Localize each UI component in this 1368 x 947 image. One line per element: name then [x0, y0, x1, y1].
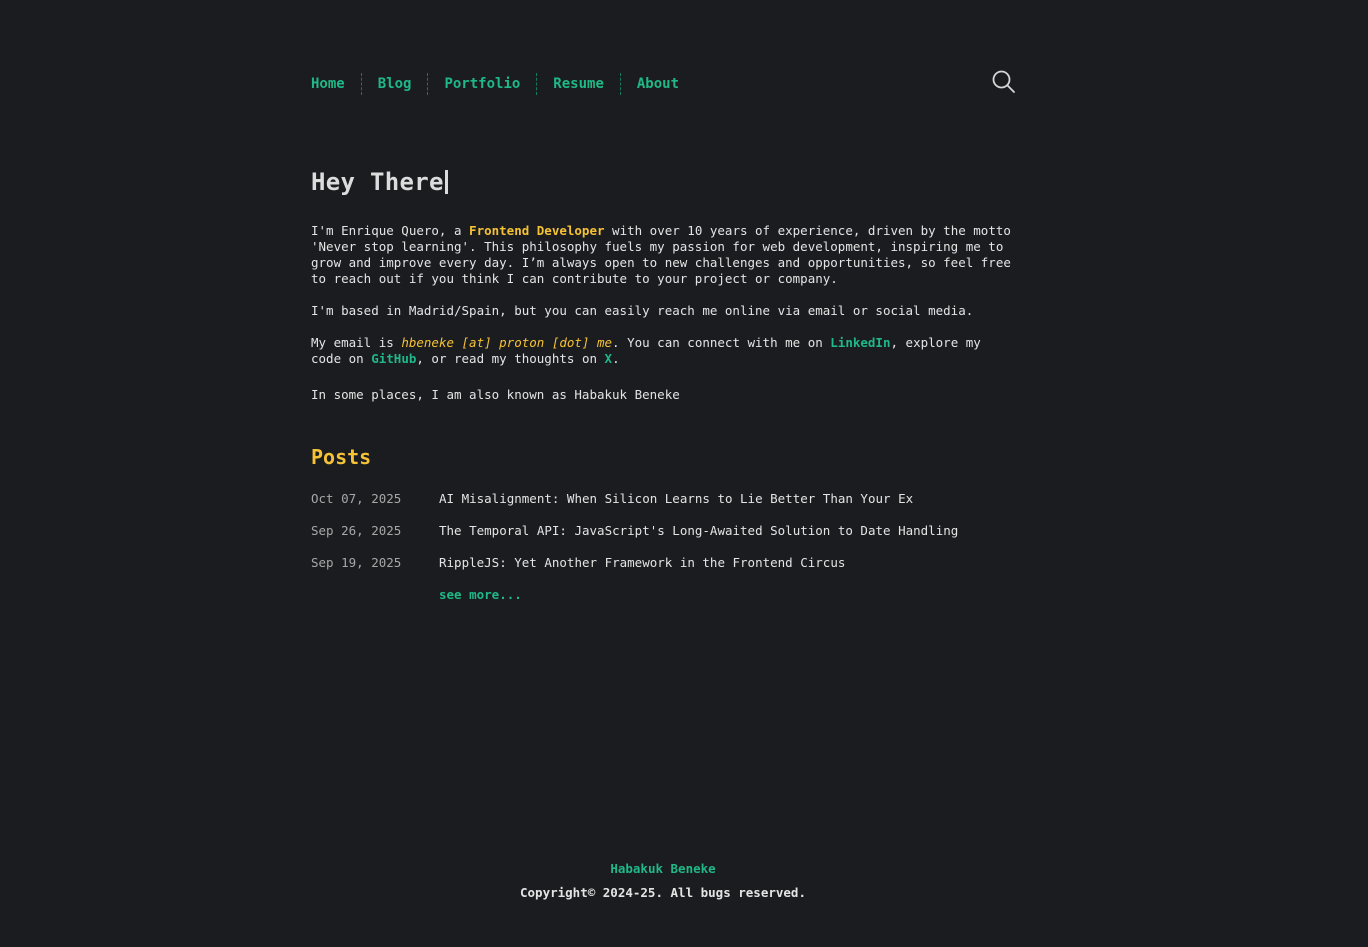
hero-title-text: Hey There: [311, 168, 444, 196]
x-link[interactable]: X: [605, 351, 613, 366]
nav-separator: [427, 73, 429, 95]
nav-separator: [536, 73, 538, 95]
linkedin-link[interactable]: LinkedIn: [830, 335, 890, 350]
search-icon: [992, 70, 1015, 93]
hero-title: Hey There: [311, 166, 448, 198]
footer-name-link[interactable]: Habakuk Beneke: [0, 860, 1326, 878]
nav-about-link[interactable]: About: [637, 73, 679, 95]
email-text: hbeneke [at] proton [dot] me: [401, 335, 613, 350]
nav-separator: [360, 73, 362, 95]
post-row: Sep 26, 2025 The Temporal API: JavaScrip…: [311, 523, 1011, 539]
nav-portfolio-link[interactable]: Portfolio: [444, 73, 520, 95]
nav-resume-link[interactable]: Resume: [553, 73, 604, 95]
contact-end: .: [612, 351, 620, 366]
post-row: Sep 19, 2025 RippleJS: Yet Another Frame…: [311, 555, 1011, 571]
github-link[interactable]: GitHub: [371, 351, 416, 366]
top-nav: Home Blog Portfolio Resume About: [311, 70, 1015, 96]
contact-prefix: My email is: [311, 335, 402, 350]
post-date: Sep 26, 2025: [311, 523, 402, 538]
footer-copyright: Copyright© 2024-25. All bugs reserved.: [520, 885, 806, 900]
footer: Habakuk Beneke Copyright© 2024-25. All b…: [0, 860, 1326, 902]
post-date: Sep 19, 2025: [311, 555, 402, 570]
nav-separator: [619, 73, 621, 95]
see-more-link[interactable]: see more...: [439, 587, 522, 603]
nav-home-link[interactable]: Home: [311, 73, 345, 95]
post-title-link[interactable]: RippleJS: Yet Another Framework in the F…: [439, 555, 845, 571]
intro-prefix: I'm Enrique Quero, a: [311, 223, 470, 238]
aka-paragraph: In some places, I am also known as Habak…: [311, 387, 680, 402]
post-title-link[interactable]: The Temporal API: JavaScript's Long-Awai…: [439, 523, 958, 539]
post-row: Oct 07, 2025 AI Misalignment: When Silic…: [311, 491, 1011, 507]
role-highlight: Frontend Developer: [469, 223, 605, 238]
typing-cursor: [444, 170, 448, 194]
post-date: Oct 07, 2025: [311, 491, 402, 506]
contact-mid3: , or read my thoughts on: [416, 351, 605, 366]
intro-paragraph: I'm Enrique Quero, a Frontend Developer …: [311, 223, 1011, 287]
location-paragraph: I'm based in Madrid/Spain, but you can e…: [311, 303, 974, 318]
posts-heading: Posts: [311, 445, 372, 469]
nav-links: Home Blog Portfolio Resume About: [311, 72, 1011, 96]
page: Home Blog Portfolio Resume About Hey The…: [0, 0, 1368, 947]
nav-blog-link[interactable]: Blog: [378, 73, 412, 95]
contact-paragraph: My email is hbeneke [at] proton [dot] me…: [311, 335, 1011, 367]
search-button[interactable]: [990, 68, 1018, 96]
contact-mid1: . You can connect with me on: [612, 335, 831, 350]
post-title-link[interactable]: AI Misalignment: When Silicon Learns to …: [439, 491, 913, 507]
